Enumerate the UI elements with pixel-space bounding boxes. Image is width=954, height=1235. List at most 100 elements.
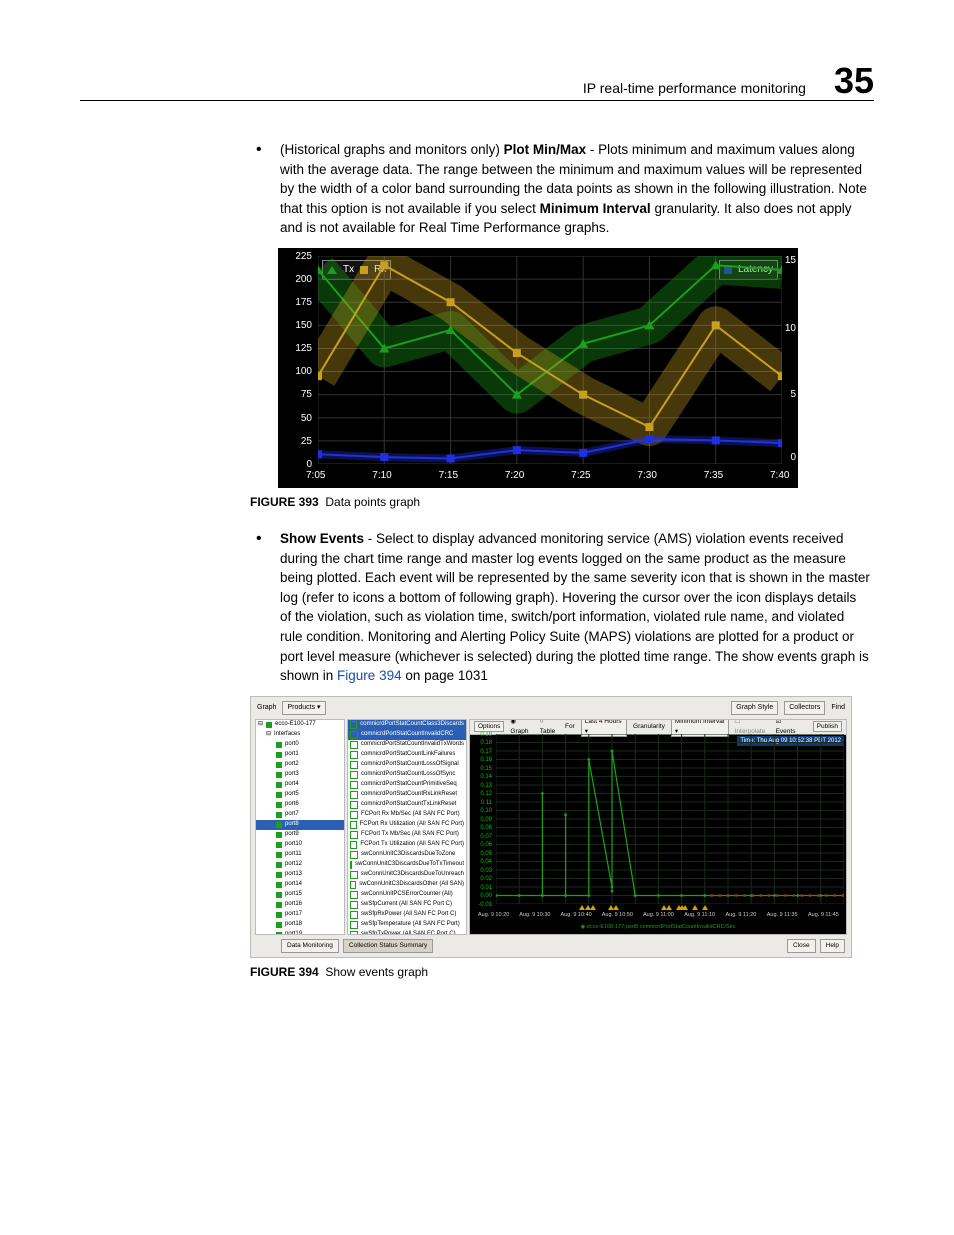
nav-port-item[interactable]: port3	[256, 770, 344, 780]
nav-port-item[interactable]: port6	[256, 800, 344, 810]
event-marker-icon	[702, 905, 708, 910]
collector-item[interactable]: swConnUnitPCSErrorCounter (All)	[348, 890, 466, 900]
port-icon	[276, 742, 282, 748]
figure-394-screenshot: Graph Products ▾ Graph Style Collectors …	[250, 696, 852, 958]
nav-tree-panel: ⊟ ecco-E100-177 ⊟ Interfaces port0port1p…	[255, 719, 345, 935]
find-label: Find	[831, 703, 845, 713]
collector-item[interactable]: comnicrdPortStatCountTxLinkReset	[348, 800, 466, 810]
collector-item[interactable]: swSfpTemperature (All SAN FC Port)	[348, 920, 466, 930]
fig394-footer: Close Help	[787, 939, 845, 952]
y-tick: 0.18	[472, 739, 492, 748]
bullet-plot-minmax: • (Historical graphs and monitors only) …	[250, 140, 870, 238]
nav-port-item[interactable]: port15	[256, 890, 344, 900]
collector-item[interactable]: swSfpCurrent (All SAN FC Port C)	[348, 900, 466, 910]
collector-item[interactable]: swSfpTxPower (All SAN FC Port C)	[348, 930, 466, 935]
collector-item[interactable]: comnicrdPortStatCountLossOfSignal	[348, 760, 466, 770]
figure-394-caption-label: FIGURE 394	[250, 965, 319, 979]
nav-port-item[interactable]: port19	[256, 930, 344, 935]
nav-port-item[interactable]: port11	[256, 850, 344, 860]
collector-icon	[350, 861, 352, 869]
collector-item[interactable]: swConnUnitC3DiscardsDueToZone	[348, 850, 466, 860]
y-tick: 125	[286, 342, 312, 357]
collector-icon	[350, 911, 358, 919]
nav-root[interactable]: ⊟ ecco-E100-177	[256, 720, 344, 730]
collector-item[interactable]: FCPort Rx Utilization (All SAN FC Port)	[348, 820, 466, 830]
products-dropdown[interactable]: Products ▾	[282, 701, 325, 715]
bullet-bold2: Minimum Interval	[540, 201, 651, 216]
nav-port-item[interactable]: port9	[256, 830, 344, 840]
close-button[interactable]: Close	[787, 939, 816, 952]
collector-icon	[350, 931, 358, 935]
for-label: For	[565, 722, 575, 731]
fig394-panels: ⊟ ecco-E100-177 ⊟ Interfaces port0port1p…	[255, 719, 847, 935]
port-icon	[276, 882, 282, 888]
collector-icon	[350, 731, 358, 739]
nav-port-item[interactable]: port14	[256, 880, 344, 890]
collector-icon	[350, 891, 358, 899]
nav-port-item[interactable]: port17	[256, 910, 344, 920]
collector-item[interactable]: FCPort Rx Mb/Sec (All SAN FC Port)	[348, 810, 466, 820]
collectors-button[interactable]: Collectors	[784, 701, 825, 715]
publish-button[interactable]: Publish	[813, 721, 842, 732]
collector-icon	[350, 791, 358, 799]
collector-item[interactable]: comnicrdPortStatCountLinkFailures	[348, 750, 466, 760]
nav-port-item[interactable]: port1	[256, 750, 344, 760]
graph-style-button[interactable]: Graph Style	[731, 701, 778, 715]
y-tick: 0.09	[472, 816, 492, 825]
nav-port-item[interactable]: port5	[256, 790, 344, 800]
collector-item[interactable]: comnicrdPortStatCountInvalidCRC	[348, 730, 466, 740]
y2-tick-10: 10	[785, 322, 796, 337]
nav-port-item[interactable]: port0	[256, 740, 344, 750]
nav-port-item[interactable]: port4	[256, 780, 344, 790]
port-icon	[276, 802, 282, 808]
port-icon	[276, 932, 282, 935]
x-tick: 7:15	[439, 469, 458, 484]
nav-group[interactable]: ⊟ Interfaces	[256, 730, 344, 740]
collector-item[interactable]: swSfpRxPower (All SAN FC Port C)	[348, 910, 466, 920]
tab-collection-status[interactable]: Collection Status Summary	[343, 939, 433, 953]
x-tick: 7:35	[704, 469, 723, 484]
nav-port-item[interactable]: port13	[256, 870, 344, 880]
figure-393-caption-text: Data points graph	[325, 495, 420, 509]
y-tick: 0.10	[472, 807, 492, 816]
y-tick: 0.12	[472, 790, 492, 799]
collector-item[interactable]: comnicrdPortStatCountLossOfSync	[348, 770, 466, 780]
collector-item[interactable]: comnicrdPortStatCountInvalidTxWords	[348, 740, 466, 750]
graph-plot-area	[496, 734, 844, 904]
collector-item[interactable]: FCPort Tx Utilization (All SAN FC Port)	[348, 840, 466, 850]
collector-item[interactable]: comnicrdPortStatCountPrimitiveSeq	[348, 780, 466, 790]
collector-item[interactable]: swConnUnitC3DiscardsOther (All SAN)	[348, 880, 466, 890]
collector-item[interactable]: comnicrdPortStatCountRxLinkReset	[348, 790, 466, 800]
x-tick: Aug. 9 11:45	[808, 912, 839, 920]
y-tick: 200	[286, 273, 312, 288]
port-icon	[276, 902, 282, 908]
port-icon	[276, 852, 282, 858]
collector-item[interactable]: comnicrdPortStatCountClass3Discards	[348, 720, 466, 730]
nav-port-item[interactable]: port10	[256, 840, 344, 850]
y2-tick-5: 5	[790, 388, 796, 403]
nav-port-item[interactable]: port18	[256, 920, 344, 930]
x-tick: Aug. 9 11:00	[643, 912, 674, 920]
nav-port-item[interactable]: port16	[256, 900, 344, 910]
nav-port-item[interactable]: port12	[256, 860, 344, 870]
y-tick: 0.13	[472, 782, 492, 791]
collector-icon	[350, 811, 358, 819]
graph-legend-text: ecco-E100-177:port8 comnicrdPortStatCoun…	[587, 924, 736, 930]
y-tick: 100	[286, 365, 312, 380]
nav-port-item[interactable]: port8	[256, 820, 344, 830]
tab-data-monitoring[interactable]: Data Monitoring	[281, 939, 339, 953]
collector-item[interactable]: swConnUnitC3DiscardsDueToTxTimeout	[348, 860, 466, 870]
port-icon	[276, 842, 282, 848]
nav-port-item[interactable]: port7	[256, 810, 344, 820]
collector-item[interactable]: FCPort Tx Mb/Sec (All SAN FC Port)	[348, 830, 466, 840]
nav-port-item[interactable]: port2	[256, 760, 344, 770]
bullet-bold: Plot Min/Max	[504, 142, 587, 157]
figure-394-link[interactable]: Figure 394	[337, 668, 402, 683]
port-icon	[276, 922, 282, 928]
products-dropdown-label: Products	[287, 704, 315, 711]
y-tick: 0.11	[472, 799, 492, 808]
help-button[interactable]: Help	[820, 939, 845, 952]
collector-item[interactable]: swConnUnitC3DiscardsDueToUnreach	[348, 870, 466, 880]
collector-icon	[350, 801, 358, 809]
collector-icon	[350, 871, 358, 879]
